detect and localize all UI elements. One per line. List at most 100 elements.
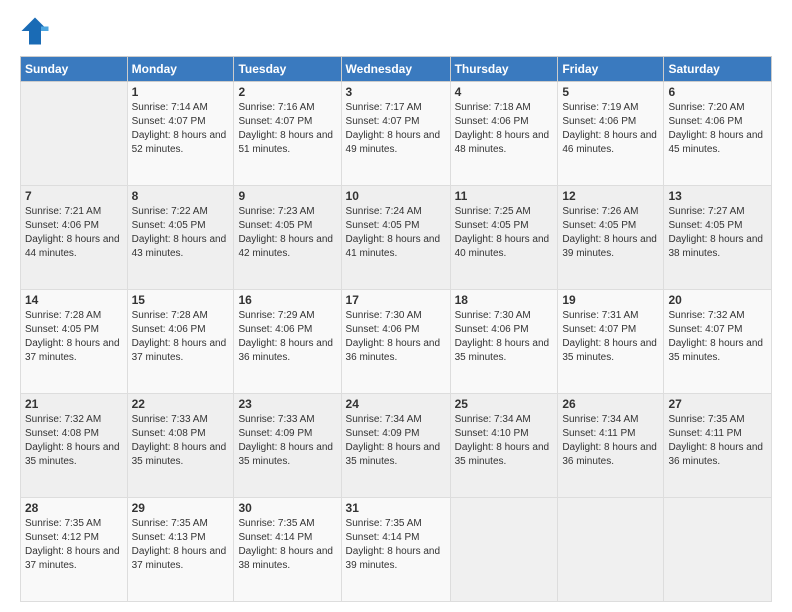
day-number: 25: [455, 397, 554, 411]
calendar-cell: 2 Sunrise: 7:16 AMSunset: 4:07 PMDayligh…: [234, 82, 341, 186]
calendar-day-header: Sunday: [21, 57, 128, 82]
day-number: 7: [25, 189, 123, 203]
calendar-week-row: 1 Sunrise: 7:14 AMSunset: 4:07 PMDayligh…: [21, 82, 772, 186]
calendar-cell: 11 Sunrise: 7:25 AMSunset: 4:05 PMDaylig…: [450, 186, 558, 290]
day-info: Sunrise: 7:28 AMSunset: 4:05 PMDaylight:…: [25, 310, 120, 363]
calendar-week-row: 14 Sunrise: 7:28 AMSunset: 4:05 PMDaylig…: [21, 290, 772, 394]
day-info: Sunrise: 7:35 AMSunset: 4:14 PMDaylight:…: [346, 518, 441, 571]
day-number: 27: [668, 397, 767, 411]
calendar-week-row: 7 Sunrise: 7:21 AMSunset: 4:06 PMDayligh…: [21, 186, 772, 290]
day-info: Sunrise: 7:27 AMSunset: 4:05 PMDaylight:…: [668, 206, 763, 259]
page: SundayMondayTuesdayWednesdayThursdayFrid…: [0, 0, 792, 612]
day-number: 26: [562, 397, 659, 411]
calendar-cell: 4 Sunrise: 7:18 AMSunset: 4:06 PMDayligh…: [450, 82, 558, 186]
calendar-cell: 28 Sunrise: 7:35 AMSunset: 4:12 PMDaylig…: [21, 498, 128, 602]
day-number: 10: [346, 189, 446, 203]
day-info: Sunrise: 7:32 AMSunset: 4:08 PMDaylight:…: [25, 414, 120, 467]
day-info: Sunrise: 7:34 AMSunset: 4:10 PMDaylight:…: [455, 414, 550, 467]
calendar-cell: 20 Sunrise: 7:32 AMSunset: 4:07 PMDaylig…: [664, 290, 772, 394]
calendar-cell: 26 Sunrise: 7:34 AMSunset: 4:11 PMDaylig…: [558, 394, 664, 498]
day-info: Sunrise: 7:35 AMSunset: 4:14 PMDaylight:…: [238, 518, 333, 571]
day-number: 17: [346, 293, 446, 307]
day-number: 13: [668, 189, 767, 203]
day-info: Sunrise: 7:35 AMSunset: 4:12 PMDaylight:…: [25, 518, 120, 571]
day-info: Sunrise: 7:23 AMSunset: 4:05 PMDaylight:…: [238, 206, 333, 259]
header: [20, 16, 772, 46]
day-info: Sunrise: 7:33 AMSunset: 4:09 PMDaylight:…: [238, 414, 333, 467]
calendar-day-header: Wednesday: [341, 57, 450, 82]
day-info: Sunrise: 7:31 AMSunset: 4:07 PMDaylight:…: [562, 310, 657, 363]
calendar-cell: 13 Sunrise: 7:27 AMSunset: 4:05 PMDaylig…: [664, 186, 772, 290]
calendar-week-row: 21 Sunrise: 7:32 AMSunset: 4:08 PMDaylig…: [21, 394, 772, 498]
calendar-cell: 7 Sunrise: 7:21 AMSunset: 4:06 PMDayligh…: [21, 186, 128, 290]
day-number: 3: [346, 85, 446, 99]
calendar-cell: [450, 498, 558, 602]
day-info: Sunrise: 7:24 AMSunset: 4:05 PMDaylight:…: [346, 206, 441, 259]
day-number: 18: [455, 293, 554, 307]
day-info: Sunrise: 7:30 AMSunset: 4:06 PMDaylight:…: [455, 310, 550, 363]
day-info: Sunrise: 7:28 AMSunset: 4:06 PMDaylight:…: [132, 310, 227, 363]
calendar-day-header: Saturday: [664, 57, 772, 82]
day-info: Sunrise: 7:17 AMSunset: 4:07 PMDaylight:…: [346, 102, 441, 155]
day-number: 16: [238, 293, 336, 307]
calendar-cell: 16 Sunrise: 7:29 AMSunset: 4:06 PMDaylig…: [234, 290, 341, 394]
calendar-cell: 8 Sunrise: 7:22 AMSunset: 4:05 PMDayligh…: [127, 186, 234, 290]
calendar-cell: 29 Sunrise: 7:35 AMSunset: 4:13 PMDaylig…: [127, 498, 234, 602]
day-number: 5: [562, 85, 659, 99]
day-info: Sunrise: 7:21 AMSunset: 4:06 PMDaylight:…: [25, 206, 120, 259]
calendar-cell: 3 Sunrise: 7:17 AMSunset: 4:07 PMDayligh…: [341, 82, 450, 186]
day-info: Sunrise: 7:30 AMSunset: 4:06 PMDaylight:…: [346, 310, 441, 363]
calendar-cell: [664, 498, 772, 602]
calendar-day-header: Tuesday: [234, 57, 341, 82]
calendar-cell: 17 Sunrise: 7:30 AMSunset: 4:06 PMDaylig…: [341, 290, 450, 394]
calendar-cell: 25 Sunrise: 7:34 AMSunset: 4:10 PMDaylig…: [450, 394, 558, 498]
day-number: 21: [25, 397, 123, 411]
day-number: 24: [346, 397, 446, 411]
calendar-day-header: Monday: [127, 57, 234, 82]
day-info: Sunrise: 7:18 AMSunset: 4:06 PMDaylight:…: [455, 102, 550, 155]
day-number: 20: [668, 293, 767, 307]
logo: [20, 16, 54, 46]
day-info: Sunrise: 7:33 AMSunset: 4:08 PMDaylight:…: [132, 414, 227, 467]
day-number: 23: [238, 397, 336, 411]
calendar-cell: 22 Sunrise: 7:33 AMSunset: 4:08 PMDaylig…: [127, 394, 234, 498]
logo-icon: [20, 16, 50, 46]
calendar-cell: 23 Sunrise: 7:33 AMSunset: 4:09 PMDaylig…: [234, 394, 341, 498]
day-number: 11: [455, 189, 554, 203]
day-info: Sunrise: 7:20 AMSunset: 4:06 PMDaylight:…: [668, 102, 763, 155]
calendar-cell: 5 Sunrise: 7:19 AMSunset: 4:06 PMDayligh…: [558, 82, 664, 186]
day-number: 30: [238, 501, 336, 515]
calendar-cell: 10 Sunrise: 7:24 AMSunset: 4:05 PMDaylig…: [341, 186, 450, 290]
calendar-cell: 15 Sunrise: 7:28 AMSunset: 4:06 PMDaylig…: [127, 290, 234, 394]
day-info: Sunrise: 7:25 AMSunset: 4:05 PMDaylight:…: [455, 206, 550, 259]
day-info: Sunrise: 7:16 AMSunset: 4:07 PMDaylight:…: [238, 102, 333, 155]
day-info: Sunrise: 7:34 AMSunset: 4:11 PMDaylight:…: [562, 414, 657, 467]
calendar-header-row: SundayMondayTuesdayWednesdayThursdayFrid…: [21, 57, 772, 82]
day-number: 4: [455, 85, 554, 99]
calendar-day-header: Friday: [558, 57, 664, 82]
day-number: 2: [238, 85, 336, 99]
day-info: Sunrise: 7:19 AMSunset: 4:06 PMDaylight:…: [562, 102, 657, 155]
day-info: Sunrise: 7:35 AMSunset: 4:11 PMDaylight:…: [668, 414, 763, 467]
calendar-table: SundayMondayTuesdayWednesdayThursdayFrid…: [20, 56, 772, 602]
day-number: 15: [132, 293, 230, 307]
day-info: Sunrise: 7:35 AMSunset: 4:13 PMDaylight:…: [132, 518, 227, 571]
day-number: 28: [25, 501, 123, 515]
day-info: Sunrise: 7:34 AMSunset: 4:09 PMDaylight:…: [346, 414, 441, 467]
day-number: 8: [132, 189, 230, 203]
day-number: 29: [132, 501, 230, 515]
day-number: 12: [562, 189, 659, 203]
day-info: Sunrise: 7:32 AMSunset: 4:07 PMDaylight:…: [668, 310, 763, 363]
calendar-cell: 14 Sunrise: 7:28 AMSunset: 4:05 PMDaylig…: [21, 290, 128, 394]
calendar-cell: 24 Sunrise: 7:34 AMSunset: 4:09 PMDaylig…: [341, 394, 450, 498]
calendar-cell: 27 Sunrise: 7:35 AMSunset: 4:11 PMDaylig…: [664, 394, 772, 498]
day-info: Sunrise: 7:29 AMSunset: 4:06 PMDaylight:…: [238, 310, 333, 363]
day-info: Sunrise: 7:14 AMSunset: 4:07 PMDaylight:…: [132, 102, 227, 155]
calendar-cell: 9 Sunrise: 7:23 AMSunset: 4:05 PMDayligh…: [234, 186, 341, 290]
calendar-cell: 31 Sunrise: 7:35 AMSunset: 4:14 PMDaylig…: [341, 498, 450, 602]
calendar-week-row: 28 Sunrise: 7:35 AMSunset: 4:12 PMDaylig…: [21, 498, 772, 602]
day-number: 6: [668, 85, 767, 99]
day-info: Sunrise: 7:22 AMSunset: 4:05 PMDaylight:…: [132, 206, 227, 259]
day-number: 31: [346, 501, 446, 515]
calendar-cell: [558, 498, 664, 602]
